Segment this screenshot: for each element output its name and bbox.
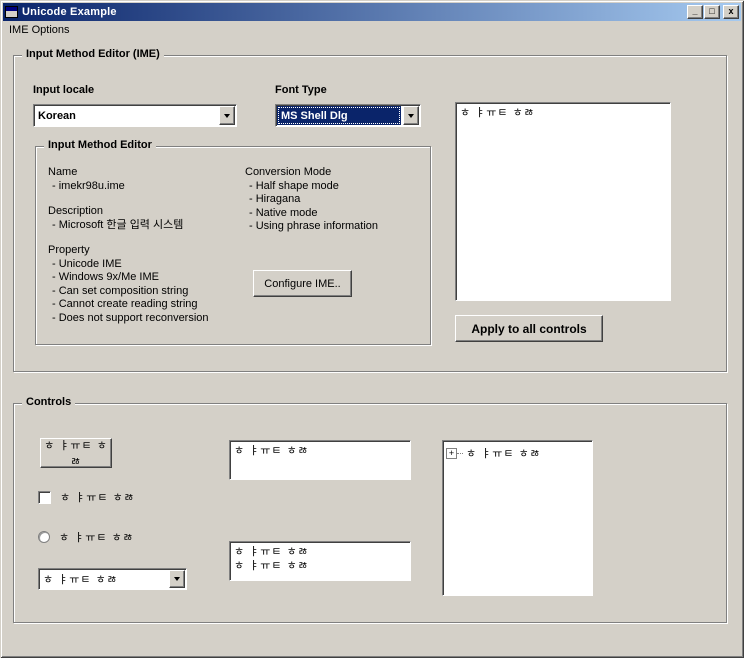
description-section: Description - Microsoft 한글 입력 시스템 [48,205,243,232]
font-type-combobox[interactable]: MS Shell Dlg [275,104,421,127]
chevron-down-icon [408,114,414,118]
property-section: Property - Unicode IME- Windows 9x/Me IM… [48,244,243,325]
name-section: Name - imekr98u.ime [48,166,243,193]
close-button[interactable]: x [723,5,739,19]
font-type-label: Font Type [275,84,327,96]
sample-edit2-lines: ㅎ ㅑㅠㅌ ㅎㅀㅎ ㅑㅠㅌ ㅎㅀ [234,545,406,573]
ime-preview-text: ㅎ ㅑㅠㅌ ㅎㅀ [460,106,666,120]
sample-edit2[interactable]: ㅎ ㅑㅠㅌ ㅎㅀㅎ ㅑㅠㅌ ㅎㅀ [229,541,411,581]
window-title: Unicode Example [18,6,686,18]
info-line: - Using phrase information [245,220,425,234]
ime-editor-right-column: Conversion Mode - Half shape mode- Hirag… [245,166,425,246]
sample-edit1-lines: ㅎ ㅑㅠㅌ ㅎㅀ [234,444,406,458]
conversion-mode-label: Conversion Mode [245,166,425,180]
sample-button-label: ㅎ ㅑㅠㅌ ㅎㅀ [41,437,111,469]
apply-to-all-controls-button[interactable]: Apply to all controls [455,315,603,342]
tree-node-label: ㅎ ㅑㅠㅌ ㅎㅀ [463,445,541,461]
sample-checkbox-row: ㅎ ㅑㅠㅌ ㅎㅀ [38,489,135,505]
sample-radio-row: ㅎ ㅑㅠㅌ ㅎㅀ [38,529,134,545]
input-locale-value: Korean [34,105,218,126]
sample-radio-label: ㅎ ㅑㅠㅌ ㅎㅀ [50,529,134,545]
sample-edit1[interactable]: ㅎ ㅑㅠㅌ ㅎㅀ [229,440,411,480]
menu-bar: IME Options [3,21,741,38]
property-label: Property [48,244,243,258]
input-locale-combobox[interactable]: Korean [33,104,237,127]
minimize-button[interactable]: _ [687,5,703,19]
sample-treeview[interactable]: + ㅎ ㅑㅠㅌ ㅎㅀ [442,440,593,596]
controls-groupbox: Controls [13,403,727,623]
info-line: - Does not support reconversion [48,312,243,326]
sample-checkbox[interactable] [38,491,51,504]
description-items: - Microsoft 한글 입력 시스템 [48,219,243,233]
sample-button[interactable]: ㅎ ㅑㅠㅌ ㅎㅀ [40,438,112,468]
dialog-window: Unicode Example _ □ x IME Options Input … [0,0,744,658]
ime-groupbox-caption: Input Method Editor (IME) [22,48,164,60]
window-caption-buttons: _ □ x [686,5,739,19]
edit-line: ㅎ ㅑㅠㅌ ㅎㅀ [234,444,406,458]
ime-editor-left-column: Name - imekr98u.ime Description - Micros… [48,166,243,337]
sample-radio-button[interactable] [38,531,50,543]
info-line: - Cannot create reading string [48,298,243,312]
menu-item-ime-options[interactable]: IME Options [3,23,76,37]
info-line: - Can set composition string [48,285,243,299]
name-items: - imekr98u.ime [48,180,243,194]
name-label: Name [48,166,243,180]
sample-combobox[interactable]: ㅎ ㅑㅠㅌ ㅎㅀ [38,568,187,590]
tree-node-row[interactable]: + ㅎ ㅑㅠㅌ ㅎㅀ [446,445,589,461]
font-type-dropdown-button[interactable] [403,106,419,125]
sample-checkbox-label: ㅎ ㅑㅠㅌ ㅎㅀ [51,489,135,505]
controls-groupbox-caption: Controls [22,396,75,408]
ime-preview-textbox[interactable]: ㅎ ㅑㅠㅌ ㅎㅀ [455,102,671,301]
info-line: - Half shape mode [245,180,425,194]
edit-line: ㅎ ㅑㅠㅌ ㅎㅀ [234,559,406,573]
chevron-down-icon [224,114,230,118]
info-line: - Native mode [245,207,425,221]
property-items: - Unicode IME- Windows 9x/Me IME- Can se… [48,258,243,326]
configure-ime-button-label: Configure IME.. [264,278,340,290]
edit-line: ㅎ ㅑㅠㅌ ㅎㅀ [234,545,406,559]
configure-ime-button[interactable]: Configure IME.. [253,270,352,297]
chevron-down-icon [174,577,180,581]
conversion-mode-section: Conversion Mode - Half shape mode- Hirag… [245,166,425,234]
input-locale-dropdown-button[interactable] [219,106,235,125]
info-line: - Unicode IME [48,258,243,272]
font-type-value: MS Shell Dlg [277,106,401,125]
sample-combobox-dropdown-button[interactable] [169,570,185,588]
conversion-mode-items: - Half shape mode- Hiragana- Native mode… [245,180,425,234]
input-locale-label: Input locale [33,84,94,96]
maximize-button[interactable]: □ [704,5,720,19]
tree-expand-icon[interactable]: + [446,448,457,459]
ime-editor-groupbox-caption: Input Method Editor [44,139,156,151]
info-line: - Microsoft 한글 입력 시스템 [48,219,243,233]
info-line: - Windows 9x/Me IME [48,271,243,285]
apply-button-label: Apply to all controls [471,322,586,336]
info-line: - imekr98u.ime [48,180,243,194]
sample-combobox-value: ㅎ ㅑㅠㅌ ㅎㅀ [39,569,168,589]
title-bar[interactable]: Unicode Example _ □ x [3,3,741,21]
description-label: Description [48,205,243,219]
info-line: - Hiragana [245,193,425,207]
app-window-icon [5,6,18,18]
